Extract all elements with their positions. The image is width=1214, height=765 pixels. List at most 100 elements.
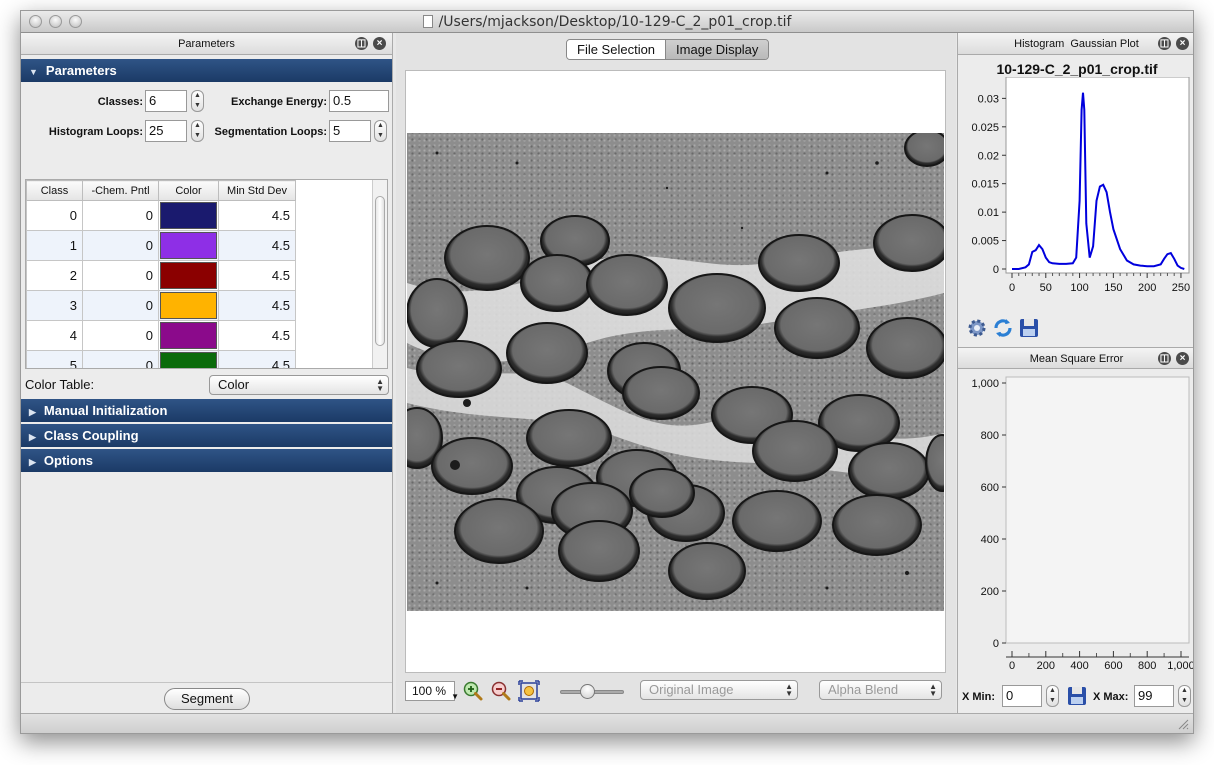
column-header-class[interactable]: Class xyxy=(26,180,83,201)
color-cell[interactable] xyxy=(158,260,219,291)
color-swatch[interactable] xyxy=(160,202,217,229)
x-max-label: X Max: xyxy=(1093,691,1129,703)
y-tick-label: 1,000 xyxy=(971,378,999,390)
close-panel-icon[interactable]: × xyxy=(373,37,386,50)
x-tick-label: 50 xyxy=(1040,282,1052,294)
table-row[interactable]: 4 0 4.5 xyxy=(26,320,296,351)
color-swatch[interactable] xyxy=(160,352,217,368)
chem-pntl-cell[interactable]: 0 xyxy=(82,320,159,351)
save-icon[interactable] xyxy=(1066,685,1088,707)
image-features xyxy=(407,133,944,600)
chem-pntl-cell[interactable]: 0 xyxy=(82,350,159,368)
view-tabs: File Selection Image Display xyxy=(566,39,770,60)
float-panel-icon[interactable]: ◫ xyxy=(1158,37,1171,50)
class-cell[interactable]: 2 xyxy=(26,260,83,291)
color-cell[interactable] xyxy=(158,230,219,261)
class-cell[interactable]: 0 xyxy=(26,200,83,231)
settings-gear-icon[interactable] xyxy=(966,317,988,339)
color-swatch[interactable] xyxy=(160,232,217,259)
class-cell[interactable]: 1 xyxy=(26,230,83,261)
color-table-select[interactable]: Color ▲ ▼ xyxy=(209,375,389,395)
y-tick-label: 0.015 xyxy=(971,179,999,191)
x-max-stepper[interactable]: ▲ ▼ xyxy=(1178,685,1191,707)
color-cell[interactable] xyxy=(158,320,219,351)
app-window: /Users/mjackson/Desktop/10-129-C_2_p01_c… xyxy=(20,10,1194,734)
image-canvas[interactable] xyxy=(405,70,946,673)
x-tick-label: 400 xyxy=(1070,660,1088,672)
chem-pntl-cell[interactable]: 0 xyxy=(82,200,159,231)
y-tick-label: 0.03 xyxy=(978,93,999,105)
blend-mode-select[interactable]: Alpha Blend ▲ ▼ xyxy=(819,680,942,700)
resize-grip-icon[interactable] xyxy=(1177,718,1189,730)
x-min-stepper[interactable]: ▲ ▼ xyxy=(1046,685,1059,707)
fit-to-window-icon[interactable] xyxy=(518,680,540,702)
chem-pntl-cell[interactable]: 0 xyxy=(82,230,159,261)
classes-input[interactable]: 6 xyxy=(145,90,187,112)
column-header-chem-pntl[interactable]: -Chem. Pntl xyxy=(82,180,159,201)
chem-pntl-cell[interactable]: 0 xyxy=(82,260,159,291)
min-std-dev-cell[interactable]: 4.5 xyxy=(218,350,296,368)
zoom-dropdown-icon[interactable]: ▼ xyxy=(451,688,459,706)
image-source-select[interactable]: Original Image ▲ ▼ xyxy=(640,680,798,700)
class-cell[interactable]: 3 xyxy=(26,290,83,321)
close-panel-icon[interactable]: × xyxy=(1176,352,1189,365)
image-toolbar: 100 % ▼ Original Image ▲ ▼ Alpha Blend ▲ ▼ xyxy=(405,679,948,703)
color-swatch[interactable] xyxy=(160,292,217,319)
zoom-out-icon[interactable] xyxy=(490,680,512,702)
segmentation-loops-input[interactable]: 5 xyxy=(329,120,371,142)
x-tick-label: 200 xyxy=(1037,660,1055,672)
classes-stepper[interactable]: ▲ ▼ xyxy=(191,90,204,112)
class-cell[interactable]: 4 xyxy=(26,320,83,351)
min-std-dev-cell[interactable]: 4.5 xyxy=(218,320,296,351)
min-std-dev-cell[interactable]: 4.5 xyxy=(218,260,296,291)
y-tick-label: 0.02 xyxy=(978,150,999,162)
zoom-in-icon[interactable] xyxy=(462,680,484,702)
color-cell[interactable] xyxy=(158,290,219,321)
color-swatch[interactable] xyxy=(160,322,217,349)
section-options[interactable]: ▶ Options xyxy=(21,449,392,472)
refresh-icon[interactable] xyxy=(992,317,1014,339)
y-tick-label: 600 xyxy=(981,482,999,494)
close-panel-icon[interactable]: × xyxy=(1176,37,1189,50)
color-cell[interactable] xyxy=(158,350,219,368)
window-title: /Users/mjackson/Desktop/10-129-C_2_p01_c… xyxy=(21,14,1193,30)
zoom-field[interactable]: 100 % ▼ xyxy=(405,681,459,701)
title-bar: /Users/mjackson/Desktop/10-129-C_2_p01_c… xyxy=(21,11,1193,33)
table-row[interactable]: 3 0 4.5 xyxy=(26,290,296,321)
chem-pntl-cell[interactable]: 0 xyxy=(82,290,159,321)
select-arrows-icon: ▲ ▼ xyxy=(376,377,384,393)
histogram-loops-input[interactable]: 25 xyxy=(145,120,187,142)
segmentation-loops-stepper[interactable]: ▲ ▼ xyxy=(374,120,387,142)
class-cell[interactable]: 5 xyxy=(26,350,83,368)
color-cell[interactable] xyxy=(158,200,219,231)
table-row[interactable]: 2 0 4.5 xyxy=(26,260,296,291)
exchange-energy-input[interactable]: 0.5 xyxy=(329,90,389,112)
table-row[interactable]: 0 0 4.5 xyxy=(26,200,296,231)
tab-file-selection[interactable]: File Selection xyxy=(567,40,667,59)
y-tick-label: 200 xyxy=(981,586,999,598)
scrollbar-thumb[interactable] xyxy=(375,196,385,346)
y-tick-label: 0 xyxy=(993,638,999,650)
column-header-color[interactable]: Color xyxy=(158,180,219,201)
min-std-dev-cell[interactable]: 4.5 xyxy=(218,290,296,321)
float-panel-icon[interactable]: ◫ xyxy=(355,37,368,50)
table-row[interactable]: 1 0 4.5 xyxy=(26,230,296,261)
x-min-input[interactable]: 0 xyxy=(1002,685,1042,707)
color-swatch[interactable] xyxy=(160,262,217,289)
table-row[interactable]: 5 0 4.5 xyxy=(26,350,296,368)
section-parameters[interactable]: ▼ Parameters xyxy=(21,59,392,82)
min-std-dev-cell[interactable]: 4.5 xyxy=(218,200,296,231)
x-max-input[interactable]: 99 xyxy=(1134,685,1174,707)
save-icon[interactable] xyxy=(1018,317,1040,339)
column-header-min-std-dev[interactable]: Min Std Dev xyxy=(218,180,296,201)
tab-image-display[interactable]: Image Display xyxy=(666,40,769,59)
segment-button[interactable]: Segment xyxy=(164,688,250,710)
table-scrollbar[interactable] xyxy=(372,180,387,368)
select-arrows-icon: ▲ ▼ xyxy=(785,682,793,698)
microscopy-image[interactable] xyxy=(407,133,944,611)
min-std-dev-cell[interactable]: 4.5 xyxy=(218,230,296,261)
float-panel-icon[interactable]: ◫ xyxy=(1158,352,1171,365)
section-manual-initialization[interactable]: ▶ Manual Initialization xyxy=(21,399,392,422)
section-class-coupling[interactable]: ▶ Class Coupling xyxy=(21,424,392,447)
opacity-slider-handle[interactable] xyxy=(580,684,595,699)
